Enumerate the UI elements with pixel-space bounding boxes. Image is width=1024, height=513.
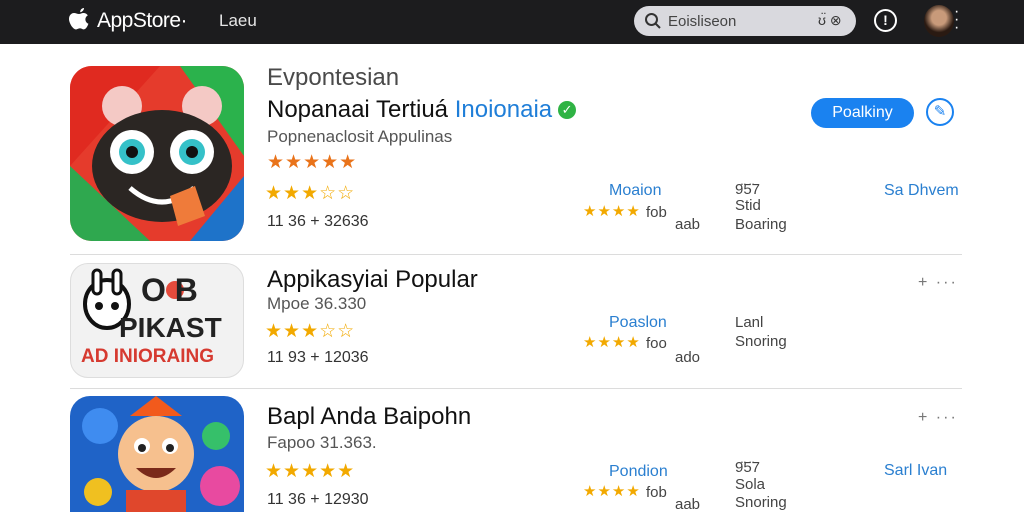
cartoon-mascot-icon [70,66,244,241]
cartoon-character-icon [70,396,244,512]
column-title-2: Lanl [735,314,764,331]
column-sub-2: Snoring [735,494,787,511]
column-sub-2: Snoring [735,333,787,350]
app-icon[interactable]: O B PIKAST AD INIORAING [70,263,244,378]
app-developer-link[interactable]: Inoionaia [455,96,552,123]
search-bar[interactable]: ʊ̈ ⊗ [634,6,856,36]
column-title-2: Stid [735,197,761,214]
column-stars-1: ★★★★ [583,483,641,500]
app-icon[interactable] [70,396,244,512]
more-vertical-icon[interactable]: · · · [954,4,960,36]
app-name: Nopanaai Tertiuá Inoionaia ✓ [267,96,577,124]
verified-icon: ✓ [558,101,577,119]
app-name[interactable]: Bapl Anda Baipohn [267,403,471,431]
column-num-2: 9̈5̈7 [735,181,761,198]
divider [70,388,962,389]
column-suffix-1: foo [646,335,667,352]
app-stats: 11 93 + 12036 [267,349,369,366]
app-stats: 11 36 + 32636 [267,213,369,230]
avatar[interactable] [924,5,954,37]
column-sub-1: aab [675,496,701,513]
column-suffix-1: fob [646,484,667,501]
app-stats: 11 36 + 12930 [267,491,369,508]
column-title-2: Sola [735,476,766,493]
column-suffix-1: fob [646,204,667,221]
icon-text-3: AD INIORAING [81,346,214,367]
rating-stars: ★★★★★ [265,461,356,482]
more-icon[interactable]: + ··· [918,409,958,427]
more-icon[interactable]: + ··· [918,274,958,292]
featured-app-icon[interactable] [70,66,244,241]
app-subtitle: Fapoo 31.363. [267,433,377,452]
app-subtitle: Mpoe 36.330 [267,294,367,313]
app-store-title[interactable]: AppStore· [97,9,188,33]
column-title-1: Pondion [609,463,668,480]
apple-logo-icon[interactable] [66,6,92,36]
section-title: Evpontesian [267,64,400,91]
edit-icon[interactable]: ✎ [926,98,954,126]
column-num-2: 9̈5̈7 [735,459,761,476]
nav-latest-link[interactable]: Laeu [219,11,257,31]
rating-stars: ★★★☆☆ [265,321,356,342]
column-sub-1: ado [675,349,701,366]
column-title-3[interactable]: Sarl Ivan [884,462,947,480]
column-stars-1: ★★★★ [583,203,641,220]
info-icon[interactable]: ! [874,9,897,32]
app-name-text: Nopanaai Tertiuá [267,96,449,123]
app-name[interactable]: Appikasyiai Popular [267,266,478,294]
search-input[interactable] [668,11,808,31]
search-icon [645,13,661,29]
icon-text-1: O B [141,272,198,308]
column-title-1: Moaion [609,182,662,199]
column-title-1: Poaslon [609,314,667,331]
column-stars-1: ★★★★ [583,334,641,351]
divider [70,254,962,255]
top-bar: AppStore· Laeu ʊ̈ ⊗ ! ··· [0,0,1024,44]
mic-icon[interactable]: ʊ̈ ⊗ [818,12,844,30]
app-subtitle: Popnenaclosit Appulinas [267,127,453,146]
rating-stars-secondary: ★★★☆☆ [265,183,356,204]
install-button[interactable]: Poalkiny [811,98,914,128]
icon-text-2: PIKAST [119,312,222,343]
rating-stars: ★★★★★ [267,152,358,173]
column-sub-2: Boaring [735,216,787,233]
column-title-3[interactable]: Sa Dhvem [884,182,959,200]
column-sub-1: aab [675,216,701,233]
